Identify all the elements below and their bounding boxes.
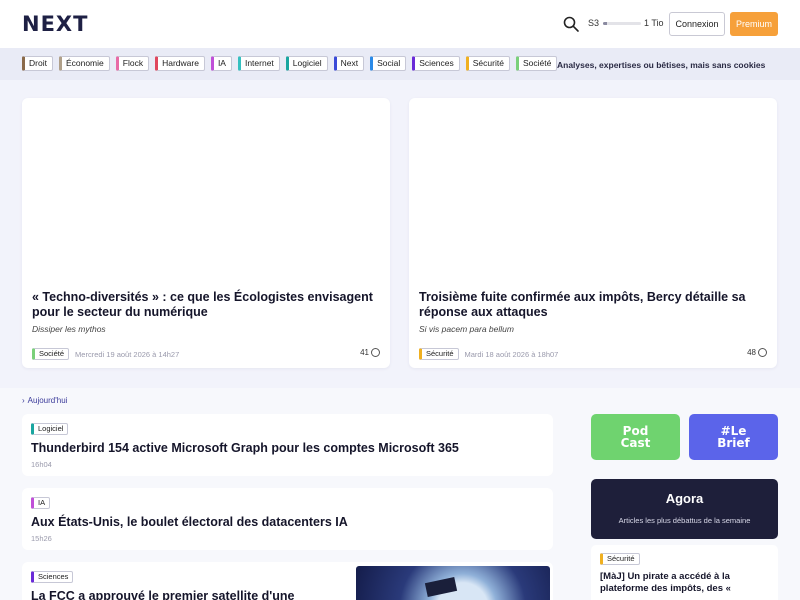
article-title[interactable]: Aux États-Unis, le boulet électoral des … bbox=[31, 515, 348, 529]
satellite-image bbox=[424, 577, 458, 597]
hero-article-card[interactable]: « Techno-diversités » : ce que les Écolo… bbox=[22, 98, 390, 368]
hero-article-subtitle: Si vis pacem para bellum bbox=[419, 324, 514, 334]
list-item[interactable]: IA Aux États-Unis, le boulet électoral d… bbox=[22, 488, 553, 550]
agora-title: Agora bbox=[665, 491, 704, 506]
article-thumbnail[interactable] bbox=[356, 566, 550, 600]
category-ia[interactable]: IA bbox=[210, 56, 232, 71]
podcast-promo[interactable]: Pod Cast bbox=[591, 414, 680, 460]
storage-label: S3 bbox=[588, 18, 600, 28]
site-tagline: Analyses, expertises ou bêtises, mais sa… bbox=[557, 60, 766, 70]
site-header: NEXT S3 1 Tio Connexion Premium bbox=[0, 0, 800, 48]
comment-count[interactable]: 41 bbox=[360, 348, 380, 357]
category-droit[interactable]: Droit bbox=[22, 56, 53, 71]
article-tag[interactable]: Logiciel bbox=[31, 423, 69, 435]
category-hardware[interactable]: Hardware bbox=[155, 56, 205, 71]
sidebar-article-card[interactable]: Sécurité [MàJ] Un pirate a accédé à la p… bbox=[591, 545, 778, 600]
article-tag[interactable]: Sécurité bbox=[419, 348, 459, 360]
svg-text:NEXT: NEXT bbox=[22, 13, 88, 33]
search-icon[interactable] bbox=[562, 15, 580, 33]
category-social[interactable]: Social bbox=[370, 56, 407, 71]
sidebar-article-title[interactable]: [MàJ] Un pirate a accédé à la plateforme… bbox=[600, 571, 770, 595]
hero-article-title[interactable]: Troisième fuite confirmée aux impôts, Be… bbox=[419, 290, 769, 320]
storage-total: 1 Tio bbox=[644, 18, 664, 28]
comment-bubble-icon bbox=[371, 348, 380, 357]
login-button[interactable]: Connexion bbox=[669, 12, 725, 36]
list-item[interactable]: Sciences La FCC a approuvé le premier sa… bbox=[22, 562, 553, 600]
article-date: Mardi 18 août 2026 à 18h07 bbox=[464, 349, 559, 359]
lebrief-promo[interactable]: #Le Brief bbox=[689, 414, 778, 460]
article-title[interactable]: Thunderbird 154 active Microsoft Graph p… bbox=[31, 441, 459, 455]
hero-article-meta: Sécurité Mardi 18 août 2026 à 18h07 bbox=[419, 348, 558, 360]
storage-progress-fill bbox=[603, 22, 607, 25]
article-tag[interactable]: Sciences bbox=[31, 571, 74, 583]
article-tag[interactable]: IA bbox=[31, 497, 51, 509]
article-feed: › Aujourd'hui Logiciel Thunderbird 154 a… bbox=[0, 388, 800, 600]
category-flock[interactable]: Flock bbox=[115, 56, 150, 71]
comment-count[interactable]: 48 bbox=[747, 348, 767, 357]
article-tag[interactable]: Sécurité bbox=[600, 553, 640, 565]
category-societe[interactable]: Société bbox=[515, 56, 558, 71]
next-logo[interactable]: NEXT bbox=[22, 13, 94, 33]
list-item[interactable]: Logiciel Thunderbird 154 active Microsof… bbox=[22, 414, 553, 476]
category-list: Droit Économie Flock Hardware IA Interne… bbox=[22, 56, 558, 71]
hero-article-subtitle: Dissiper les mythos bbox=[32, 324, 106, 334]
article-title[interactable]: La FCC a approuvé le premier satellite d… bbox=[31, 589, 294, 600]
premium-button[interactable]: Premium bbox=[730, 12, 778, 36]
category-internet[interactable]: Internet bbox=[237, 56, 280, 71]
hero-article-title[interactable]: « Techno-diversités » : ce que les Écolo… bbox=[32, 290, 382, 320]
article-date: Mercredi 19 août 2026 à 14h27 bbox=[75, 349, 180, 359]
category-economie[interactable]: Économie bbox=[58, 56, 110, 71]
category-logiciel[interactable]: Logiciel bbox=[285, 56, 328, 71]
comment-count-value: 48 bbox=[747, 348, 756, 357]
article-time: 16h04 bbox=[31, 460, 52, 469]
hero-article-meta: Société Mercredi 19 août 2026 à 14h27 bbox=[32, 348, 179, 360]
article-time: 15h26 bbox=[31, 534, 52, 543]
lebrief-logo: #Le Brief bbox=[717, 424, 750, 450]
today-section-toggle[interactable]: › Aujourd'hui bbox=[22, 396, 67, 405]
storage-progress-bar bbox=[603, 22, 641, 25]
comment-count-value: 41 bbox=[360, 348, 369, 357]
chevron-right-icon: › bbox=[22, 396, 25, 405]
article-tag[interactable]: Société bbox=[32, 348, 70, 360]
podcast-logo: Pod Cast bbox=[620, 424, 651, 450]
category-securite[interactable]: Sécurité bbox=[465, 56, 510, 71]
agora-block[interactable]: Agora Articles les plus débattus de la s… bbox=[591, 479, 778, 539]
category-sciences[interactable]: Sciences bbox=[412, 56, 460, 71]
hero-article-card[interactable]: Troisième fuite confirmée aux impôts, Be… bbox=[409, 98, 777, 368]
agora-subtitle: Articles les plus débattus de la semaine bbox=[618, 516, 751, 525]
comment-bubble-icon bbox=[758, 348, 767, 357]
category-next[interactable]: Next bbox=[333, 56, 365, 71]
category-bar: Droit Économie Flock Hardware IA Interne… bbox=[0, 48, 800, 80]
hero-section: « Techno-diversités » : ce que les Écolo… bbox=[0, 80, 800, 388]
today-label: Aujourd'hui bbox=[27, 396, 68, 405]
